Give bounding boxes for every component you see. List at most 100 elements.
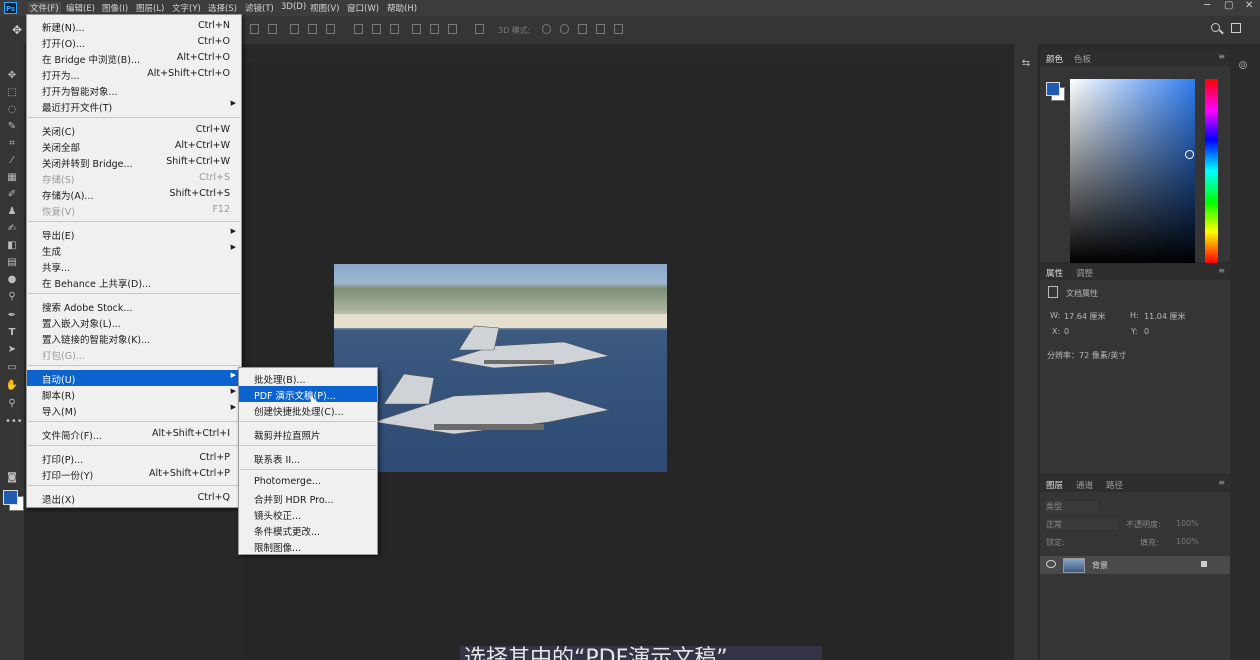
menu-edit[interactable]: 编辑(E) <box>66 2 95 14</box>
menu-3d[interactable]: 3D(D) <box>281 2 306 12</box>
distribute-center-icon[interactable] <box>430 24 439 34</box>
3d-pan-icon[interactable] <box>578 24 587 34</box>
tab-swatches[interactable]: 色板 <box>1074 53 1091 65</box>
tab-properties[interactable]: 属性 <box>1046 267 1063 279</box>
search-icon[interactable] <box>1211 23 1220 32</box>
more-tools-icon[interactable]: ••• <box>5 416 23 428</box>
minimize-icon[interactable]: ─ <box>1204 0 1210 11</box>
menu-file[interactable]: 文件(F) <box>28 2 61 14</box>
3d-scale-icon[interactable] <box>614 24 623 34</box>
distribute-left-icon[interactable] <box>412 24 421 34</box>
menu-item-export[interactable]: 导出(E) ▶ <box>27 226 241 242</box>
quick-select-icon[interactable]: ✎ <box>5 121 19 133</box>
tab-channels[interactable]: 通道 <box>1076 479 1093 491</box>
history-brush-icon[interactable]: ✍ <box>5 223 19 235</box>
menu-image[interactable]: 图像(I) <box>102 2 128 14</box>
menu-item-close-go-bridge[interactable]: 关闭并转到 Bridge... Shift+Ctrl+W <box>27 154 241 170</box>
menu-item-package[interactable]: 打包(G)... <box>27 346 241 362</box>
hue-slider[interactable] <box>1205 79 1218 263</box>
distribute-top-icon[interactable] <box>354 24 363 34</box>
menu-item-save[interactable]: 存储(S) Ctrl+S <box>27 170 241 186</box>
lasso-icon[interactable]: ◌ <box>5 104 19 116</box>
close-icon[interactable]: ✕ <box>1245 0 1253 11</box>
foreground-color-swatch[interactable] <box>3 490 18 505</box>
menu-help[interactable]: 帮助(H) <box>387 2 417 14</box>
menu-item-search-stock[interactable]: 搜索 Adobe Stock... <box>27 298 241 314</box>
menu-item-print[interactable]: 打印(P)... Ctrl+P <box>27 450 241 466</box>
history-panel-icon[interactable]: ⇆ <box>1019 58 1033 70</box>
submenu-item-merge-hdr[interactable]: 合并到 HDR Pro... <box>239 490 377 506</box>
workspace-icon[interactable] <box>1231 23 1241 33</box>
blur-icon[interactable]: ● <box>5 274 19 286</box>
layer-name[interactable]: 背景 <box>1092 560 1108 571</box>
opacity-value[interactable]: 100% <box>1176 519 1199 528</box>
menu-item-print-one[interactable]: 打印一份(Y) Alt+Shift+Ctrl+P <box>27 466 241 482</box>
menu-item-share[interactable]: 共享... <box>27 258 241 274</box>
menu-item-place-linked[interactable]: 置入链接的智能对象(K)... <box>27 330 241 346</box>
brush-icon[interactable]: ✐ <box>5 189 19 201</box>
eraser-icon[interactable]: ◧ <box>5 240 19 252</box>
submenu-item-contact-sheet[interactable]: 联系表 II... <box>239 450 377 466</box>
x-value[interactable]: 0 <box>1064 327 1069 336</box>
y-value[interactable]: 0 <box>1144 327 1149 336</box>
submenu-item-fit-image[interactable]: 限制图像... <box>239 538 377 554</box>
menu-item-place-embedded[interactable]: 置入嵌入对象(L)... <box>27 314 241 330</box>
foreground-color-swatch[interactable] <box>1046 82 1060 96</box>
menu-item-file-info[interactable]: 文件简介(F)... Alt+Shift+Ctrl+I <box>27 426 241 442</box>
eyedropper-icon[interactable]: ⁄ <box>5 155 19 167</box>
menu-type[interactable]: 文字(Y) <box>172 2 201 14</box>
fill-value[interactable]: 100% <box>1176 537 1199 546</box>
tab-adjustments[interactable]: 调整 <box>1076 267 1093 279</box>
zoom-icon[interactable]: ⚲ <box>5 398 19 410</box>
align-bottom-icon[interactable] <box>326 24 335 34</box>
submenu-item-photomerge[interactable]: Photomerge... <box>239 474 377 490</box>
menu-layer[interactable]: 图层(L) <box>136 2 164 14</box>
panel-menu-icon[interactable]: ≡ <box>1218 52 1225 61</box>
3d-slide-icon[interactable] <box>596 24 605 34</box>
marquee-icon[interactable]: ⬚ <box>5 87 19 99</box>
menu-item-share-behance[interactable]: 在 Behance 上共享(D)... <box>27 274 241 290</box>
distribute-bottom-icon[interactable] <box>390 24 399 34</box>
align-center-icon[interactable] <box>268 24 277 34</box>
menu-item-scripts[interactable]: 脚本(R) ▶ <box>27 386 241 402</box>
menu-item-close[interactable]: 关闭(C) Ctrl+W <box>27 122 241 138</box>
menu-item-import[interactable]: 导入(M) ▶ <box>27 402 241 418</box>
menu-view[interactable]: 视图(V) <box>310 2 339 14</box>
menu-item-automate[interactable]: 自动(U) ▶ <box>27 370 241 386</box>
panel-menu-icon[interactable]: ≡ <box>1218 478 1225 487</box>
layer-filter-input[interactable]: 类型 <box>1046 501 1098 512</box>
pen-icon[interactable]: ✒ <box>5 310 19 322</box>
tab-layers[interactable]: 图层 <box>1046 479 1063 491</box>
crop-icon[interactable]: ⌗ <box>5 138 19 150</box>
menu-item-exit[interactable]: 退出(X) Ctrl+Q <box>27 490 241 506</box>
hand-icon[interactable]: ✋ <box>5 380 19 392</box>
submenu-item-batch[interactable]: 批处理(B)... <box>239 370 377 386</box>
panel-menu-icon[interactable]: ≡ <box>1218 266 1225 275</box>
blend-mode-select[interactable]: 正常 <box>1046 519 1118 530</box>
tab-color[interactable]: 颜色 <box>1046 53 1063 65</box>
move-tool-icon[interactable]: ✥ <box>12 23 22 37</box>
maximize-icon[interactable]: ▢ <box>1224 0 1233 11</box>
width-value[interactable]: 17.64 厘米 <box>1064 311 1105 322</box>
3d-rotate-icon[interactable] <box>542 24 551 34</box>
healing-brush-icon[interactable]: ▦ <box>5 172 19 184</box>
menu-item-close-all[interactable]: 关闭全部 Alt+Ctrl+W <box>27 138 241 154</box>
path-select-icon[interactable]: ➤ <box>5 344 19 356</box>
document-image[interactable] <box>334 264 667 472</box>
menu-item-save-as[interactable]: 存储为(A)... Shift+Ctrl+S <box>27 186 241 202</box>
layer-row[interactable]: 背景 <box>1040 556 1230 574</box>
menu-filter[interactable]: 滤镜(T) <box>245 2 274 14</box>
saturation-field[interactable] <box>1070 79 1195 263</box>
gradient-icon[interactable]: ▤ <box>5 257 19 269</box>
menu-item-browse-bridge[interactable]: 在 Bridge 中浏览(B)... Alt+Ctrl+O <box>27 50 241 66</box>
quick-mask-icon[interactable]: ◙ <box>5 472 19 484</box>
align-middle-icon[interactable] <box>308 24 317 34</box>
height-value[interactable]: 11.04 厘米 <box>1144 311 1185 322</box>
distribute-right-icon[interactable] <box>448 24 457 34</box>
submenu-item-create-droplet[interactable]: 创建快捷批处理(C)... <box>239 402 377 418</box>
menu-item-open[interactable]: 打开(O)... Ctrl+O <box>27 34 241 50</box>
distribute-middle-icon[interactable] <box>372 24 381 34</box>
align-top-icon[interactable] <box>290 24 299 34</box>
menu-select[interactable]: 选择(S) <box>208 2 237 14</box>
menu-item-open-smart-object[interactable]: 打开为智能对象... <box>27 82 241 98</box>
